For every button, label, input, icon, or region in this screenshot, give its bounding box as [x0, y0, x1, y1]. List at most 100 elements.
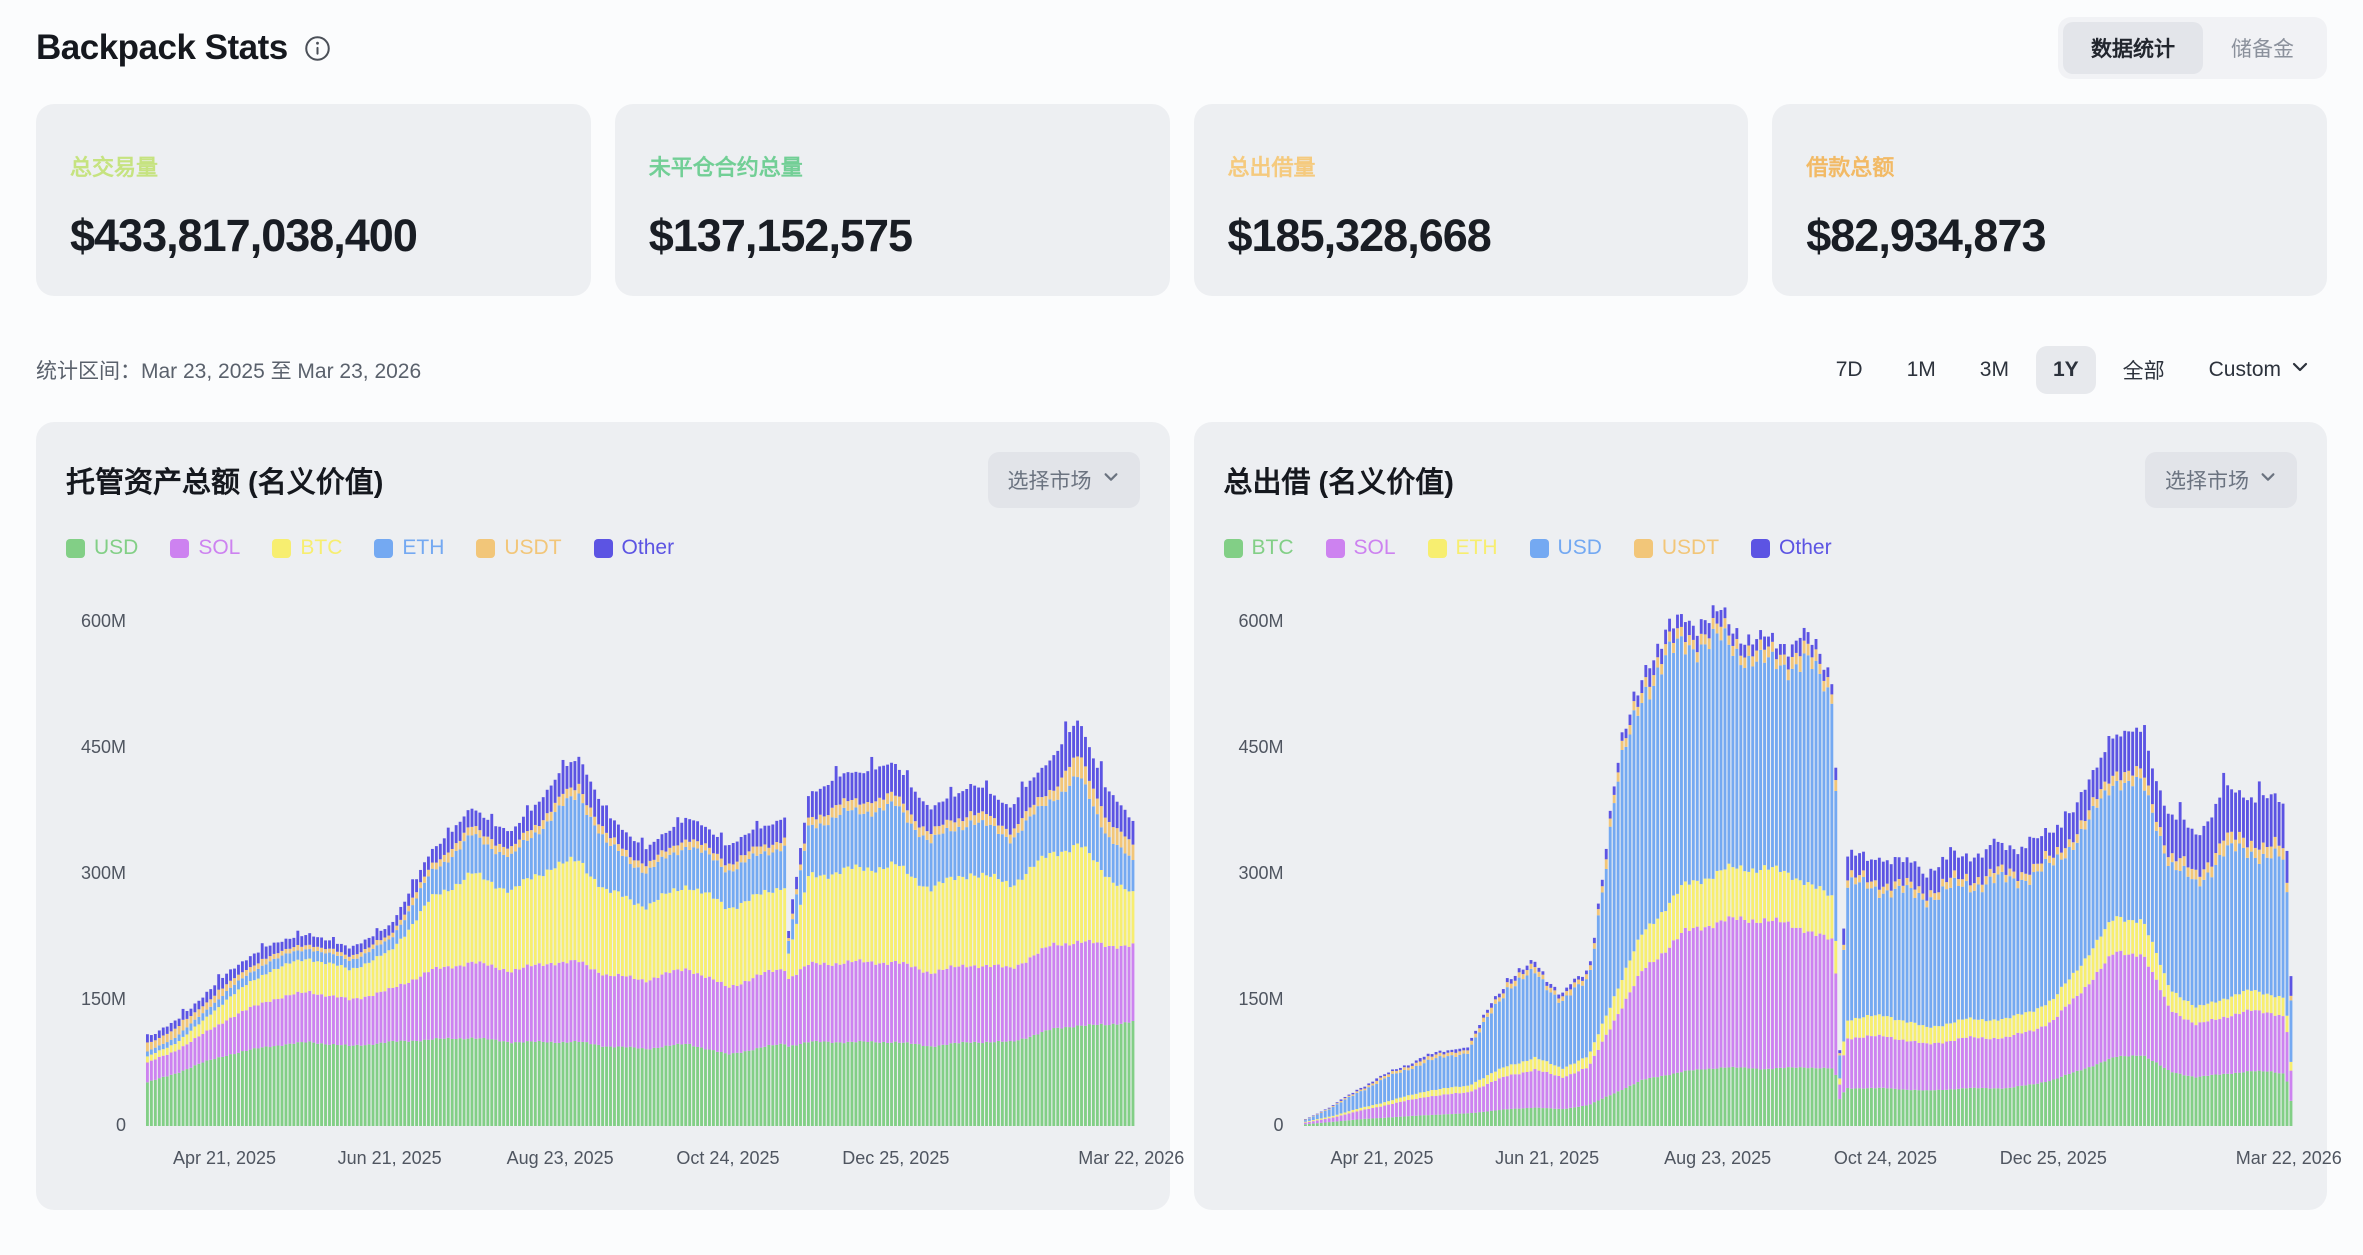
legend-label: USDT [504, 536, 561, 560]
stat-label: 借款总额 [1806, 150, 2293, 182]
legend-label: ETH [1456, 536, 1498, 560]
x-axis-tick: Aug 23, 2025 [1664, 1148, 1771, 1169]
stat-cards: 总交易量$433,817,038,400 未平仓合约总量 $137,152,575 总… [36, 104, 2327, 296]
stat-label: 未平仓合约总量 [649, 150, 1136, 182]
stat-card-0: 总交易量$433,817,038,400 [36, 104, 591, 296]
x-axis-tick: Apr 21, 2025 [173, 1148, 276, 1169]
select-market-label: 选择市场 [1008, 465, 1092, 495]
period-label: 统计区间： [36, 360, 141, 383]
period-row: 统计区间：Mar 23, 2025 至 Mar 23, 2026 7D1M3M1… [36, 344, 2327, 396]
range-button-7D[interactable]: 7D [1819, 346, 1880, 394]
page-title: Backpack Stats [36, 28, 288, 68]
x-axis-tick: Jun 21, 2025 [1495, 1148, 1599, 1169]
legend-item-USD[interactable]: USD [1530, 536, 1602, 560]
legend-label: BTC [1252, 536, 1294, 560]
view-switcher: 数据统计 储备金 [2058, 17, 2327, 79]
legend-swatch-icon [374, 539, 393, 558]
custom-label: Custom [2209, 358, 2281, 382]
legend-swatch-icon [66, 539, 85, 558]
legend-swatch-icon [1530, 539, 1549, 558]
range-button-1M[interactable]: 1M [1890, 346, 1953, 394]
y-axis-tick: 300M [66, 863, 126, 884]
legend-item-SOL[interactable]: SOL [1326, 536, 1396, 560]
legend-label: SOL [1354, 536, 1396, 560]
chart-header: 总出借 (名义价值) 选择市场 [1224, 452, 2298, 508]
chart-title: 托管资产总额 (名义价值) [66, 459, 383, 501]
stat-value: $185,328,668 [1228, 210, 1715, 262]
stat-value: $137,152,575 [649, 210, 1136, 262]
legend-item-BTC[interactable]: BTC [272, 536, 342, 560]
range-button-3M[interactable]: 3M [1963, 346, 2026, 394]
tab-reserves[interactable]: 储备金 [2203, 22, 2322, 74]
period-value: Mar 23, 2025 至 Mar 23, 2026 [141, 360, 421, 383]
select-market-button[interactable]: 选择市场 [2145, 452, 2297, 508]
y-axis-tick: 0 [66, 1115, 126, 1136]
x-axis-tick: Oct 24, 2025 [676, 1148, 779, 1169]
legend-label: USDT [1662, 536, 1719, 560]
select-market-button[interactable]: 选择市场 [988, 452, 1140, 508]
plot-wrap: 600M 450M 300M 150M 0 Apr 21, 2025 Jun 21, 202… [1224, 580, 2298, 1194]
y-axis-tick: 150M [1224, 989, 1284, 1010]
y-axis-tick: 600M [66, 611, 126, 632]
chart-legend: USD SOL BTC ETH USDT Other [66, 536, 1140, 560]
plot-area[interactable] [1304, 580, 2294, 1126]
legend-swatch-icon [1326, 539, 1345, 558]
charts-row: 托管资产总额 (名义价值) 选择市场 USD SOL BTC ETH USDT Other 60… [36, 422, 2327, 1210]
stat-card-1: 未平仓合约总量 $137,152,575 [615, 104, 1170, 296]
y-axis-tick: 0 [1224, 1115, 1284, 1136]
stat-value: $433,817,038,400 [70, 210, 557, 262]
x-axis-tick: Aug 23, 2025 [507, 1148, 614, 1169]
tab-data-stats[interactable]: 数据统计 [2063, 22, 2203, 74]
plot-wrap: 600M 450M 300M 150M 0 Apr 21, 2025 Jun 21, 202… [66, 580, 1140, 1194]
page: Backpack Stats 数据统计 储备金 总交易量$433,817,038… [0, 0, 2363, 1210]
legend-item-USD[interactable]: USD [66, 536, 138, 560]
legend-item-USDT[interactable]: USDT [476, 536, 561, 560]
x-axis-tick: Mar 22, 2026 [2236, 1148, 2342, 1169]
legend-swatch-icon [272, 539, 291, 558]
info-icon[interactable] [304, 35, 331, 62]
y-axis-tick: 150M [66, 989, 126, 1010]
y-axis-tick: 300M [1224, 863, 1284, 884]
legend-swatch-icon [1634, 539, 1653, 558]
x-axis-tick: Dec 25, 2025 [842, 1148, 949, 1169]
legend-item-BTC[interactable]: BTC [1224, 536, 1294, 560]
legend-swatch-icon [1224, 539, 1243, 558]
chart-card-0: 托管资产总额 (名义价值) 选择市场 USD SOL BTC ETH USDT Other 60… [36, 422, 1170, 1210]
legend-label: Other [1779, 536, 1832, 560]
legend-item-Other[interactable]: Other [594, 536, 675, 560]
legend-swatch-icon [1751, 539, 1770, 558]
stat-card-3: 借款总额$82,934,873 [1772, 104, 2327, 296]
chevron-down-icon [2290, 357, 2310, 383]
legend-label: Other [622, 536, 675, 560]
legend-label: ETH [402, 536, 444, 560]
range-button-全部[interactable]: 全部 [2106, 343, 2182, 397]
y-axis-tick: 450M [1224, 737, 1284, 758]
legend-label: USD [1558, 536, 1602, 560]
chevron-down-icon [1102, 468, 1120, 492]
legend-swatch-icon [1428, 539, 1447, 558]
y-axis-tick: 450M [66, 737, 126, 758]
legend-item-USDT[interactable]: USDT [1634, 536, 1719, 560]
range-button-custom[interactable]: Custom [2192, 345, 2327, 395]
y-axis-tick: 600M [1224, 611, 1284, 632]
stat-card-2: 总出借量$185,328,668 [1194, 104, 1749, 296]
legend-item-Other[interactable]: Other [1751, 536, 1832, 560]
legend-label: USD [94, 536, 138, 560]
x-axis-tick: Jun 21, 2025 [338, 1148, 442, 1169]
select-market-label: 选择市场 [2165, 465, 2249, 495]
legend-label: SOL [198, 536, 240, 560]
x-axis-tick: Dec 25, 2025 [2000, 1148, 2107, 1169]
header: Backpack Stats 数据统计 储备金 [36, 0, 2327, 76]
range-button-1Y[interactable]: 1Y [2036, 346, 2096, 394]
plot-area[interactable] [146, 580, 1136, 1126]
x-axis-tick: Apr 21, 2025 [1330, 1148, 1433, 1169]
legend-swatch-icon [594, 539, 613, 558]
chevron-down-icon [2259, 468, 2277, 492]
range-selector: 7D1M3M1Y全部 Custom [1819, 343, 2327, 397]
legend-item-ETH[interactable]: ETH [374, 536, 444, 560]
period-text: 统计区间：Mar 23, 2025 至 Mar 23, 2026 [36, 355, 421, 385]
chart-title: 总出借 (名义价值) [1224, 459, 1454, 501]
legend-item-SOL[interactable]: SOL [170, 536, 240, 560]
legend-item-ETH[interactable]: ETH [1428, 536, 1498, 560]
x-axis-tick: Oct 24, 2025 [1834, 1148, 1937, 1169]
